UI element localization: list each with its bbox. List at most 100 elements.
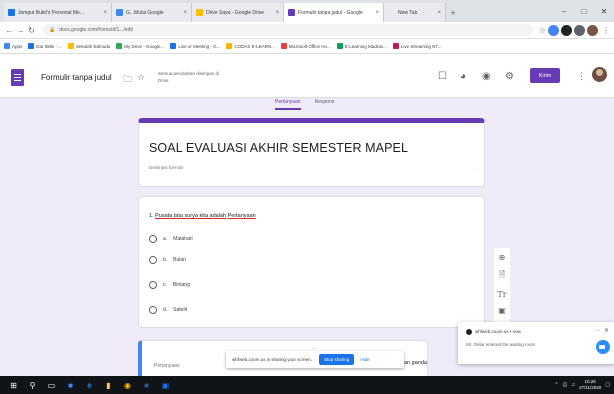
edge-browser-icon[interactable]: e (82, 376, 97, 394)
extension-icon[interactable] (548, 24, 559, 36)
notification-toast[interactable]: whfweb.zoom.us • now ⋯ ✕ Mr. Gelar enter… (458, 322, 614, 364)
more-options-icon[interactable]: ⋮ (577, 71, 586, 82)
option-row[interactable]: b. Bulan (149, 256, 186, 264)
bookmark-label: CODAS E-LEARN... (234, 43, 275, 49)
option-text[interactable]: Satelit (173, 307, 187, 313)
question-card[interactable]: 1. Pusata tata surya kita adalah Pertany… (138, 196, 485, 328)
browser-tab[interactable]: Jemput Bukti's Personal Me... × (4, 3, 112, 22)
bookmark-item[interactable]: E-Learning Madras... (336, 43, 387, 49)
stop-sharing-button[interactable]: Stop sharing (319, 354, 355, 365)
option-row[interactable]: c. Bintang (149, 281, 190, 289)
reload-icon[interactable]: ↻ (26, 26, 37, 35)
question-tail: Pertanyaan (227, 213, 256, 219)
volume-icon[interactable]: ♫ (571, 382, 575, 388)
option-text[interactable]: Matahari (173, 236, 192, 242)
network-icon[interactable]: ◫ (563, 382, 568, 388)
add-question-icon[interactable]: ⊕ (499, 253, 506, 262)
bookmark-item[interactable]: Sekolah Edmodo (68, 43, 110, 49)
form-title[interactable]: Formulir tanpa judul (41, 73, 112, 82)
settings-gear-icon[interactable]: ⚙ (505, 71, 514, 82)
extension-icon[interactable] (574, 24, 585, 36)
search-icon[interactable]: ⚲ (25, 376, 40, 394)
question-type-select[interactable]: an ganda (404, 360, 427, 366)
extension-icon[interactable] (561, 24, 572, 36)
close-window-icon[interactable]: ✕ (594, 0, 614, 22)
bookmark-item[interactable]: My Drive - Google... (116, 43, 164, 49)
file-explorer-icon[interactable]: ▮ (101, 376, 116, 394)
bookmark-item[interactable]: Apps (4, 43, 22, 49)
browser-tab[interactable]: Formulir tanpa judul - Google × (284, 3, 384, 22)
radio-button[interactable] (149, 306, 157, 314)
close-tab-icon[interactable]: × (100, 10, 107, 16)
form-heading[interactable]: SOAL EVALUASI AKHIR SEMESTER MAPEL (149, 141, 408, 155)
browser-tab[interactable]: New Tab × (384, 3, 446, 22)
new-tab-button[interactable]: + (446, 3, 460, 22)
maximize-icon[interactable]: □ (574, 0, 594, 22)
bookmark-item[interactable]: Dar lWiki - ... (28, 43, 62, 49)
profile-avatar-icon[interactable] (587, 24, 598, 36)
avatar[interactable] (592, 67, 607, 82)
close-tab-icon[interactable]: × (372, 10, 379, 16)
hide-share-bar-button[interactable]: Hide (360, 357, 369, 362)
browser-menu-icon[interactable]: ⋮ (602, 26, 610, 35)
minimize-icon[interactable]: – (554, 0, 574, 22)
back-icon[interactable]: ← (4, 26, 15, 35)
windows-start-icon[interactable]: ⊞ (6, 376, 21, 394)
radio-button[interactable] (149, 235, 157, 243)
folder-icon[interactable]: 🗀 (123, 72, 132, 88)
browser-tab[interactable]: G...Mulai Google × (112, 3, 192, 22)
option-row[interactable]: d. Satelit (149, 306, 187, 314)
taskbar-clock[interactable]: 10.26 27/11/2020 (579, 379, 601, 391)
browser-tab[interactable]: Drive Saya - Google Drive × (192, 3, 284, 22)
option-letter: c. (163, 282, 167, 288)
option-row[interactable]: a. Matahari (149, 235, 193, 243)
option-letter: d. (163, 307, 168, 313)
close-tab-icon[interactable]: × (180, 10, 187, 16)
palette-icon[interactable]: ◕ (460, 71, 466, 82)
close-icon[interactable]: ✕ (604, 327, 609, 334)
question-title[interactable]: 1. Pusata tata surya kita adalah Pertany… (149, 213, 256, 219)
notification-message: Mr. Gelar entered the waiting room (466, 342, 536, 347)
bookmark-label: Live or Meeting - G... (178, 43, 221, 49)
notifications-icon[interactable]: ▢ (605, 382, 610, 388)
bookmark-item[interactable]: CODAS E-LEARN... (226, 43, 275, 49)
close-tab-icon[interactable]: × (434, 10, 441, 16)
saved-status: Semua perubahan disimpan di Drive (158, 71, 220, 83)
customize-theme-icon[interactable]: ☐ (438, 71, 447, 82)
radio-button[interactable] (149, 281, 157, 289)
add-image-icon[interactable]: ▣ (498, 306, 506, 315)
question-title-field[interactable]: Pertanyaan (154, 363, 180, 369)
option-text[interactable]: Bulan (173, 257, 186, 263)
google-forms-icon[interactable] (11, 69, 24, 86)
star-icon[interactable]: ☆ (539, 26, 546, 35)
chrome-icon[interactable]: ◉ (120, 376, 135, 394)
tray-chevron-icon[interactable]: ⌃ (554, 382, 558, 388)
preview-eye-icon[interactable]: ◉ (482, 71, 491, 82)
close-tab-icon[interactable]: × (272, 10, 279, 16)
zoom-meeting-icon[interactable] (596, 340, 610, 354)
bookmark-item[interactable]: Live or Meeting - G... (170, 43, 220, 49)
tab-responses[interactable]: Respons (315, 99, 335, 110)
more-options-icon[interactable]: ⋯ (594, 327, 600, 334)
url-field[interactable]: 🔒 docs.google.com/forms/d/1.../edit (43, 24, 533, 36)
send-button[interactable]: Kirim (530, 68, 560, 83)
task-view-icon[interactable]: ▭ (44, 376, 59, 394)
star-icon[interactable]: ☆ (137, 72, 145, 83)
option-text[interactable]: Bintang (173, 282, 190, 288)
app-icon[interactable]: ▣ (158, 376, 173, 394)
word-icon[interactable]: ■ (139, 376, 154, 394)
import-questions-icon[interactable]: 🗎 (499, 269, 505, 283)
add-title-icon[interactable]: Tr (497, 290, 506, 299)
bookmark-favicon-icon (68, 43, 75, 49)
store-icon[interactable]: ■ (63, 376, 78, 394)
bookmark-favicon-icon (28, 43, 35, 49)
bookmark-item[interactable]: Live Streaming NT... (392, 43, 441, 49)
bookmark-item[interactable]: Microsoft Office Ho... (280, 43, 331, 49)
drag-handle-icon[interactable]: ⋯ (310, 346, 315, 352)
clock-date: 27/11/2020 (579, 385, 602, 390)
form-title-card[interactable]: SOAL EVALUASI AKHIR SEMESTER MAPEL Deskr… (138, 118, 485, 187)
form-description-field[interactable]: Deskripsi formulir (149, 165, 184, 170)
tab-questions[interactable]: Pertanyaan (275, 99, 301, 110)
forward-icon[interactable]: → (15, 26, 26, 35)
radio-button[interactable] (149, 256, 157, 264)
